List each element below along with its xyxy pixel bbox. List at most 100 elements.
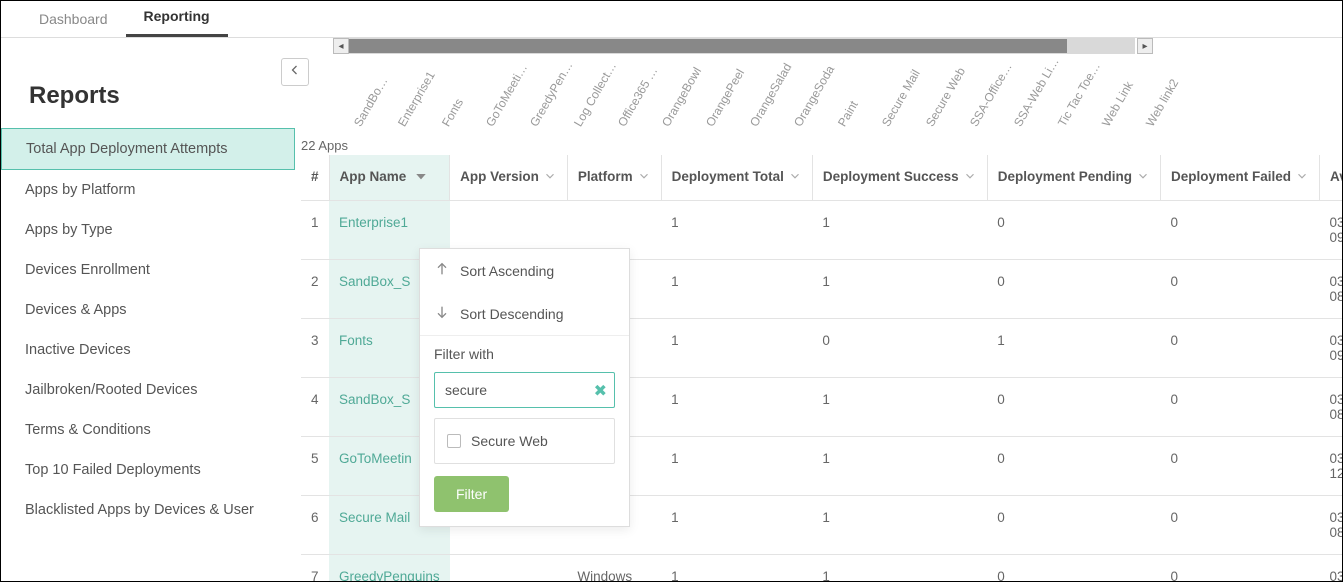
cell-deploy-pending: 0 [987,260,1160,319]
chart-scroll-left-button[interactable]: ◂ [333,38,349,54]
cell-number: 3 [301,319,329,378]
cell-deploy-failed: 0 [1160,378,1319,437]
chart-scrollbar-thumb[interactable] [349,39,1067,53]
cell-deploy-success: 1 [812,378,987,437]
chart-category-label: Tic Tac Toe… [1055,60,1103,129]
col-header-number[interactable]: # [301,155,329,201]
cell-deploy-failed: 0 [1160,201,1319,260]
tab-dashboard[interactable]: Dashboard [21,1,126,37]
cell-available: 03.10.201 09:45:07 [1320,319,1343,378]
cell-deploy-pending: 0 [987,201,1160,260]
cell-deploy-failed: 0 [1160,437,1319,496]
cell-deploy-pending: 0 [987,496,1160,555]
cell-deploy-total: 1 [661,319,812,378]
arrow-up-icon [434,261,450,280]
chart-category-label: SSA-Office… [967,60,1015,129]
chevron-down-icon [637,169,651,186]
cell-available: 03.10.201 12:34:35 [1320,437,1343,496]
chart-category-label: OrangePeel [703,67,747,129]
cell-deploy-success: 1 [812,201,987,260]
chart-category-label: Secure Web [923,65,968,129]
chevron-down-icon [543,169,557,186]
sidebar-item-top10-failed[interactable]: Top 10 Failed Deployments [1,450,295,490]
sort-descending-option[interactable]: Sort Descending [420,292,629,335]
cell-deploy-failed: 0 [1160,555,1319,582]
col-header-deploy-success[interactable]: Deployment Success [812,155,987,201]
cell-deploy-pending: 1 [987,319,1160,378]
sidebar-item-inactive-devices[interactable]: Inactive Devices [1,330,295,370]
chart-category-label: OrangeSalad [747,61,794,129]
cell-deploy-pending: 0 [987,555,1160,582]
sidebar-item-jailbroken-rooted[interactable]: Jailbroken/Rooted Devices [1,370,295,410]
cell-deploy-total: 1 [661,260,812,319]
sidebar-item-apps-by-platform[interactable]: Apps by Platform [1,170,295,210]
cell-deploy-total: 1 [661,555,812,582]
col-header-available[interactable]: Available [1320,155,1343,201]
sidebar-item-apps-by-type[interactable]: Apps by Type [1,210,295,250]
sidebar-item-devices-enrollment[interactable]: Devices Enrollment [1,250,295,290]
tab-reporting[interactable]: Reporting [126,0,228,37]
cell-number: 5 [301,437,329,496]
cell-app-name[interactable]: SandBox_S [339,392,410,407]
chart-category-label: SSA-Web Li… [1011,55,1062,129]
cell-app-name[interactable]: GoToMeetin [339,451,412,466]
cell-app-version [450,555,568,582]
cell-app-name[interactable]: GreedyPenguins [339,569,440,581]
cell-deploy-failed: 0 [1160,496,1319,555]
chart-category-label: Log Collect… [571,60,619,129]
chart-category-label: Enterprise1 [395,69,438,129]
chart-category-label: GoToMeeti… [483,61,530,129]
cell-deploy-success: 0 [812,319,987,378]
chevron-down-icon [1295,169,1309,186]
sort-ascending-option[interactable]: Sort Ascending [420,249,629,292]
cell-number: 4 [301,378,329,437]
cell-deploy-success: 1 [812,555,987,582]
chart-scroll-right-button[interactable]: ▸ [1137,38,1153,54]
chevron-down-icon [1136,169,1150,186]
cell-deploy-success: 1 [812,260,987,319]
cell-number: 7 [301,555,329,582]
cell-deploy-pending: 0 [987,437,1160,496]
col-header-platform[interactable]: Platform [567,155,661,201]
sidebar-item-total-app-deployment-attempts[interactable]: Total App Deployment Attempts [1,128,295,170]
arrow-down-icon [434,304,450,323]
chart-category-label: OrangeSoda [791,63,837,129]
cell-app-name[interactable]: Secure Mail [339,510,410,525]
cell-number: 6 [301,496,329,555]
chart-strip: ◂ ▸ SandBo…Enterprise1FontsGoToMeeti…Gre… [301,38,1342,155]
sidebar-item-blacklisted-apps[interactable]: Blacklisted Apps by Devices & User [1,490,295,530]
cell-available: 03.10.201 13:01:50 [1320,555,1343,582]
chart-category-label: Web Link [1099,79,1136,129]
cell-available: 03.10.201 08:38:40 [1320,378,1343,437]
filter-option-secure-web[interactable]: Secure Web [434,418,615,464]
chevron-down-icon [414,169,428,186]
table-row[interactable]: 7GreedyPenguinsWindows Mobile110003.10.2… [301,555,1342,582]
clear-filter-icon[interactable]: ✖ [594,381,607,401]
cell-available: 03.10.201 08:32:28 [1320,496,1343,555]
cell-app-name[interactable]: SandBox_S [339,274,410,289]
cell-deploy-success: 1 [812,437,987,496]
chart-category-label: Secure Mail [879,67,923,129]
cell-available: 03.10.201 08:38:40 [1320,260,1343,319]
column-filter-dropdown: Sort Ascending Sort Descending Filter wi… [419,248,630,527]
sidebar-item-devices-and-apps[interactable]: Devices & Apps [1,290,295,330]
cell-number: 1 [301,201,329,260]
col-header-deploy-pending[interactable]: Deployment Pending [987,155,1160,201]
col-header-deploy-failed[interactable]: Deployment Failed [1160,155,1319,201]
cell-app-name[interactable]: Enterprise1 [339,215,408,230]
col-header-deploy-total[interactable]: Deployment Total [661,155,812,201]
chart-category-label: SandBo… [351,75,390,129]
apps-count-label: 22 Apps [301,138,348,153]
cell-app-name[interactable]: Fonts [339,333,373,348]
col-header-app-version[interactable]: App Version [450,155,568,201]
checkbox-icon[interactable] [447,434,461,448]
chart-category-label: Web link2 [1143,77,1181,129]
filter-input[interactable] [434,372,615,408]
cell-platform: Windows Mobile [567,555,661,582]
chart-category-label: Fonts [439,96,466,129]
cell-deploy-pending: 0 [987,378,1160,437]
filter-button[interactable]: Filter [434,476,509,512]
cell-deploy-failed: 0 [1160,260,1319,319]
sidebar-item-terms-conditions[interactable]: Terms & Conditions [1,410,295,450]
col-header-app-name[interactable]: App Name [329,155,450,201]
